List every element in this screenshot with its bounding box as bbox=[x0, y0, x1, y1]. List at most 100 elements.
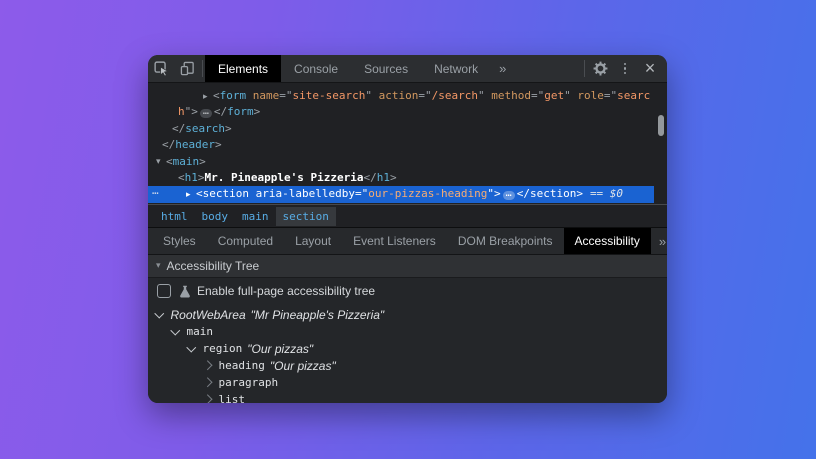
chevron-right-icon[interactable] bbox=[203, 361, 212, 370]
code-token: aria-labelledby bbox=[256, 187, 355, 200]
device-toolbar-icon[interactable] bbox=[174, 55, 200, 82]
ax-tree-row-paragraph[interactable]: paragraph bbox=[148, 374, 667, 391]
ax-role-label: paragraph bbox=[219, 376, 279, 389]
expand-children-ellipsis-button[interactable]: … bbox=[200, 109, 212, 118]
more-pane-tabs-button[interactable]: » bbox=[651, 228, 667, 254]
dom-tree-row[interactable]: ▸<form name="site-search" action="/searc… bbox=[148, 88, 654, 104]
toolbar-divider bbox=[584, 60, 585, 77]
code-token: > bbox=[576, 187, 583, 200]
code-token: site-search bbox=[293, 89, 366, 102]
ax-tree-row-list[interactable]: list bbox=[148, 391, 667, 403]
tab-console[interactable]: Console bbox=[281, 55, 351, 82]
accessibility-pane: ▾ Accessibility Tree Enable full-page ac… bbox=[148, 255, 667, 403]
toolbar-divider bbox=[202, 60, 203, 77]
ax-tree-row-region[interactable]: region"Our pizzas" bbox=[148, 340, 667, 357]
toolbar-right-group: × bbox=[582, 55, 667, 82]
tab-dom-breakpoints[interactable]: DOM Breakpoints bbox=[447, 228, 564, 254]
dom-tree-row[interactable]: </header> bbox=[148, 137, 654, 153]
expand-children-ellipsis-button[interactable]: … bbox=[503, 191, 515, 200]
breadcrumb-item-html[interactable]: html bbox=[154, 207, 195, 226]
enable-full-page-checkbox[interactable] bbox=[157, 284, 171, 298]
customize-menu-icon[interactable] bbox=[613, 55, 637, 82]
code-token: name bbox=[253, 89, 280, 102]
code-token: < bbox=[166, 155, 173, 168]
code-token: =" bbox=[355, 187, 368, 200]
code-token bbox=[246, 89, 253, 102]
code-token: "> bbox=[487, 187, 500, 200]
tab-styles[interactable]: Styles bbox=[152, 228, 207, 254]
node-text-content: Mr. Pineapple's Pizzeria bbox=[205, 171, 364, 184]
code-token: </ bbox=[517, 187, 530, 200]
code-token: h1 bbox=[377, 171, 390, 184]
ax-role-label: main bbox=[187, 325, 214, 338]
dom-tree-row[interactable]: </search> bbox=[148, 121, 654, 137]
code-token: > bbox=[199, 155, 206, 168]
breadcrumb: htmlbodymainsection bbox=[148, 204, 667, 227]
ax-tree-row-main[interactable]: main bbox=[148, 323, 667, 340]
code-token: "> bbox=[185, 105, 198, 118]
code-token: </ bbox=[172, 122, 185, 135]
section-title: Accessibility Tree bbox=[167, 259, 260, 273]
tab-layout[interactable]: Layout bbox=[284, 228, 342, 254]
chevron-down-icon[interactable] bbox=[155, 308, 164, 317]
ax-role-label: RootWebArea bbox=[171, 308, 246, 322]
dom-tree-row[interactable]: ▾<main> bbox=[148, 154, 654, 170]
tab-network[interactable]: Network bbox=[421, 55, 491, 82]
close-icon[interactable]: × bbox=[637, 55, 663, 82]
sidebar-tab-strip: StylesComputedLayoutEvent ListenersDOM B… bbox=[148, 227, 667, 255]
inspect-element-icon[interactable] bbox=[148, 55, 174, 82]
tab-sources[interactable]: Sources bbox=[351, 55, 421, 82]
code-token: get bbox=[544, 89, 564, 102]
chevron-right-icon[interactable] bbox=[203, 395, 212, 403]
twisty-collapsed-icon[interactable]: ▸ bbox=[203, 89, 212, 105]
dom-tree-row-selected[interactable]: …▸<section aria-labelledby="our-pizzas-h… bbox=[148, 186, 654, 202]
twisty-expanded-icon[interactable]: ▾ bbox=[156, 154, 165, 170]
dom-tree-row[interactable]: <h1>Mr. Pineapple's Pizzeria</h1> bbox=[148, 170, 654, 186]
settings-gear-icon[interactable] bbox=[587, 55, 613, 82]
dom-tree-row[interactable]: h">…</form> bbox=[148, 104, 654, 120]
code-token bbox=[249, 187, 256, 200]
experiment-flask-icon bbox=[179, 285, 191, 298]
chevron-down-icon[interactable] bbox=[187, 342, 196, 351]
ax-tree-row-heading[interactable]: heading"Our pizzas" bbox=[148, 357, 667, 374]
code-token: > bbox=[390, 171, 397, 184]
code-token: > bbox=[225, 122, 232, 135]
tab-elements[interactable]: Elements bbox=[205, 55, 281, 82]
code-token: section bbox=[530, 187, 576, 200]
devtools-toolbar: ElementsConsoleSourcesNetwork » × bbox=[148, 55, 667, 83]
code-token: < bbox=[198, 83, 205, 86]
elements-scrollbar-thumb[interactable] bbox=[658, 115, 664, 136]
breadcrumb-item-body[interactable]: body bbox=[195, 207, 236, 226]
enable-full-page-row: Enable full-page accessibility tree bbox=[148, 278, 667, 304]
section-collapse-icon[interactable]: ▾ bbox=[156, 261, 161, 271]
code-token: =" bbox=[279, 89, 292, 102]
accessibility-tree-section-header[interactable]: ▾ Accessibility Tree bbox=[148, 255, 667, 278]
tab-event-listeners[interactable]: Event Listeners bbox=[342, 228, 447, 254]
tab-computed[interactable]: Computed bbox=[207, 228, 284, 254]
code-token: /search bbox=[432, 89, 478, 102]
code-token: " bbox=[478, 89, 491, 102]
ax-role-label: heading bbox=[219, 359, 265, 372]
chevron-down-icon[interactable] bbox=[171, 325, 180, 334]
code-token: < bbox=[213, 89, 220, 102]
ax-name-value: "Mr Pineapple's Pizzeria" bbox=[251, 308, 385, 322]
code-token: main bbox=[173, 155, 200, 168]
code-token: < bbox=[196, 187, 203, 200]
accessibility-tree: RootWebArea "Mr Pineapple's Pizzeria" main… bbox=[148, 304, 667, 403]
code-token: role bbox=[577, 89, 604, 102]
code-token: searc bbox=[617, 89, 650, 102]
code-token: " bbox=[365, 89, 378, 102]
twisty-collapsed-icon[interactable]: ▸ bbox=[186, 187, 195, 203]
ax-name-value: "Our pizzas" bbox=[247, 342, 313, 356]
ax-tree-row-rootwebarea[interactable]: RootWebArea "Mr Pineapple's Pizzeria" bbox=[148, 306, 667, 323]
more-tabs-button[interactable]: » bbox=[491, 55, 514, 82]
breadcrumb-item-main[interactable]: main bbox=[235, 207, 276, 226]
code-token: h1 bbox=[185, 171, 198, 184]
code-token: section bbox=[203, 187, 249, 200]
code-token: > bbox=[254, 105, 261, 118]
tab-accessibility[interactable]: Accessibility bbox=[564, 228, 651, 254]
chevron-right-icon[interactable] bbox=[203, 378, 212, 387]
row-actions-dots[interactable]: … bbox=[152, 186, 160, 199]
code-token: > bbox=[244, 83, 251, 86]
breadcrumb-item-section[interactable]: section bbox=[276, 207, 336, 226]
